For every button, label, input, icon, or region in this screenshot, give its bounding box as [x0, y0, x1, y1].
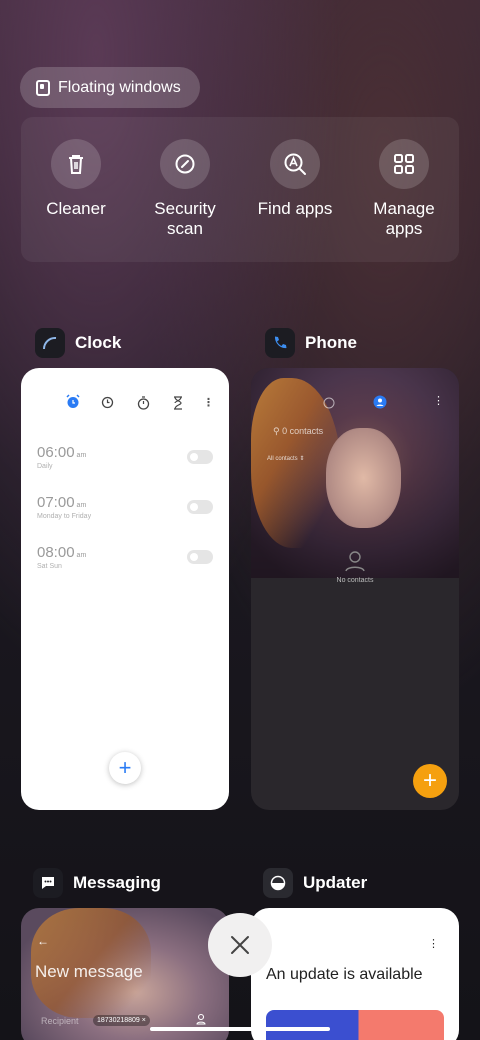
trash-icon: [51, 139, 101, 189]
alarm-ampm: am: [76, 552, 87, 559]
contacts-filter[interactable]: All contacts ⇕: [267, 455, 304, 462]
alarm-item[interactable]: 07:00 am Monday to Friday: [37, 494, 91, 520]
more-options-icon[interactable]: ⋮: [433, 394, 444, 407]
phone-app-header[interactable]: Phone: [265, 328, 357, 358]
more-options-icon[interactable]: ⋮: [203, 396, 214, 409]
search-icon: ⚲: [273, 426, 280, 436]
updater-app-card[interactable]: ⋮ An update is available: [251, 908, 459, 1040]
contacts-search[interactable]: ⚲ 0 contacts: [273, 426, 323, 437]
security-scan-label: Security scan: [154, 199, 216, 238]
manage-apps-label: Manage apps: [373, 199, 435, 238]
updater-app-name: Updater: [303, 873, 368, 892]
person-icon: [345, 551, 365, 572]
stopwatch-tab-icon[interactable]: [137, 396, 150, 413]
close-icon: [231, 936, 249, 954]
updater-app-header[interactable]: Updater: [263, 868, 367, 898]
alarm-repeat: Daily: [37, 463, 53, 470]
new-message-title: New message: [35, 962, 143, 981]
clock-app-header[interactable]: Clock: [35, 328, 121, 358]
find-apps-button[interactable]: Find apps: [240, 139, 350, 219]
find-apps-icon: [270, 139, 320, 189]
clock-app-card[interactable]: ⋮ 06:00 am Daily 07:00 am Monday to Friday…: [21, 368, 229, 810]
messaging-app-header[interactable]: Messaging: [33, 868, 161, 898]
plus-icon: +: [118, 755, 132, 780]
find-apps-label: Find apps: [257, 199, 333, 218]
more-options-icon[interactable]: ⋮: [428, 937, 439, 950]
floating-windows-label: Floating windows: [58, 78, 181, 96]
phone-app-name: Phone: [305, 333, 357, 352]
contacts-tab-icon[interactable]: [373, 395, 387, 414]
quick-actions-panel: Cleaner Security scan Find apps Manage a…: [21, 117, 459, 262]
recipient-label: Recipient: [41, 1016, 79, 1026]
home-indicator[interactable]: [150, 1027, 330, 1031]
recipient-number: 18730218809: [97, 1017, 140, 1024]
alarm-repeat: Sat Sun: [37, 563, 62, 570]
cleaner-label: Cleaner: [46, 199, 106, 218]
cleaner-button[interactable]: Cleaner: [21, 139, 131, 219]
alarm-ampm: am: [76, 452, 87, 459]
messaging-app-icon: [33, 868, 63, 898]
alarm-tab-icon[interactable]: [66, 394, 80, 412]
contacts-search-placeholder: 0 contacts: [282, 426, 324, 436]
update-banner-image: [266, 1010, 444, 1040]
clock-tabs: ⋮: [21, 394, 229, 413]
chevron-updown-icon: ⇕: [299, 456, 305, 462]
remove-icon[interactable]: ×: [142, 1017, 146, 1024]
recipient-chip[interactable]: 18730218809 ×: [93, 1015, 150, 1026]
alarm-item[interactable]: 06:00 am Daily: [37, 444, 86, 470]
grid-icon: [379, 139, 429, 189]
floating-windows-button[interactable]: Floating windows: [20, 67, 200, 108]
clock-app-name: Clock: [75, 333, 122, 352]
security-scan-button[interactable]: Security scan: [130, 139, 240, 239]
clear-all-button[interactable]: [208, 913, 272, 977]
wallpaper-image: [251, 368, 459, 578]
alarm-time: 07:00: [37, 494, 75, 511]
plus-icon: +: [422, 767, 437, 794]
back-arrow-icon[interactable]: ←: [37, 934, 49, 948]
phone-app-icon: [265, 328, 295, 358]
add-contact-button[interactable]: +: [413, 764, 447, 798]
alarm-ampm: am: [76, 502, 87, 509]
alarm-repeat: Monday to Friday: [37, 513, 92, 520]
floating-window-icon: [36, 79, 50, 96]
alarm-toggle[interactable]: [187, 450, 213, 464]
add-alarm-button[interactable]: +: [109, 752, 141, 784]
contacts-filter-label: All contacts: [267, 456, 298, 462]
alarm-time: 08:00: [37, 544, 75, 561]
no-contacts-text: No contacts: [336, 577, 374, 584]
world-clock-tab-icon[interactable]: [101, 396, 114, 412]
messaging-app-name: Messaging: [73, 873, 161, 892]
alarm-item[interactable]: 08:00 am Sat Sun: [37, 544, 86, 570]
update-available-text: An update is available: [266, 966, 423, 983]
updater-app-icon: [263, 868, 293, 898]
phone-app-card[interactable]: ⋮ ⚲ 0 contacts All contacts ⇕ No contact…: [251, 368, 459, 810]
clock-app-icon: [35, 328, 65, 358]
alarm-toggle[interactable]: [187, 500, 213, 514]
timer-tab-icon[interactable]: [172, 396, 184, 413]
alarm-time: 06:00: [37, 444, 75, 461]
security-scan-icon: [160, 139, 210, 189]
messaging-app-card[interactable]: ← New message Recipient 18730218809 ×: [21, 908, 229, 1040]
alarm-toggle[interactable]: [187, 550, 213, 564]
recents-tab-icon[interactable]: [323, 396, 335, 414]
manage-apps-button[interactable]: Manage apps: [349, 139, 459, 239]
